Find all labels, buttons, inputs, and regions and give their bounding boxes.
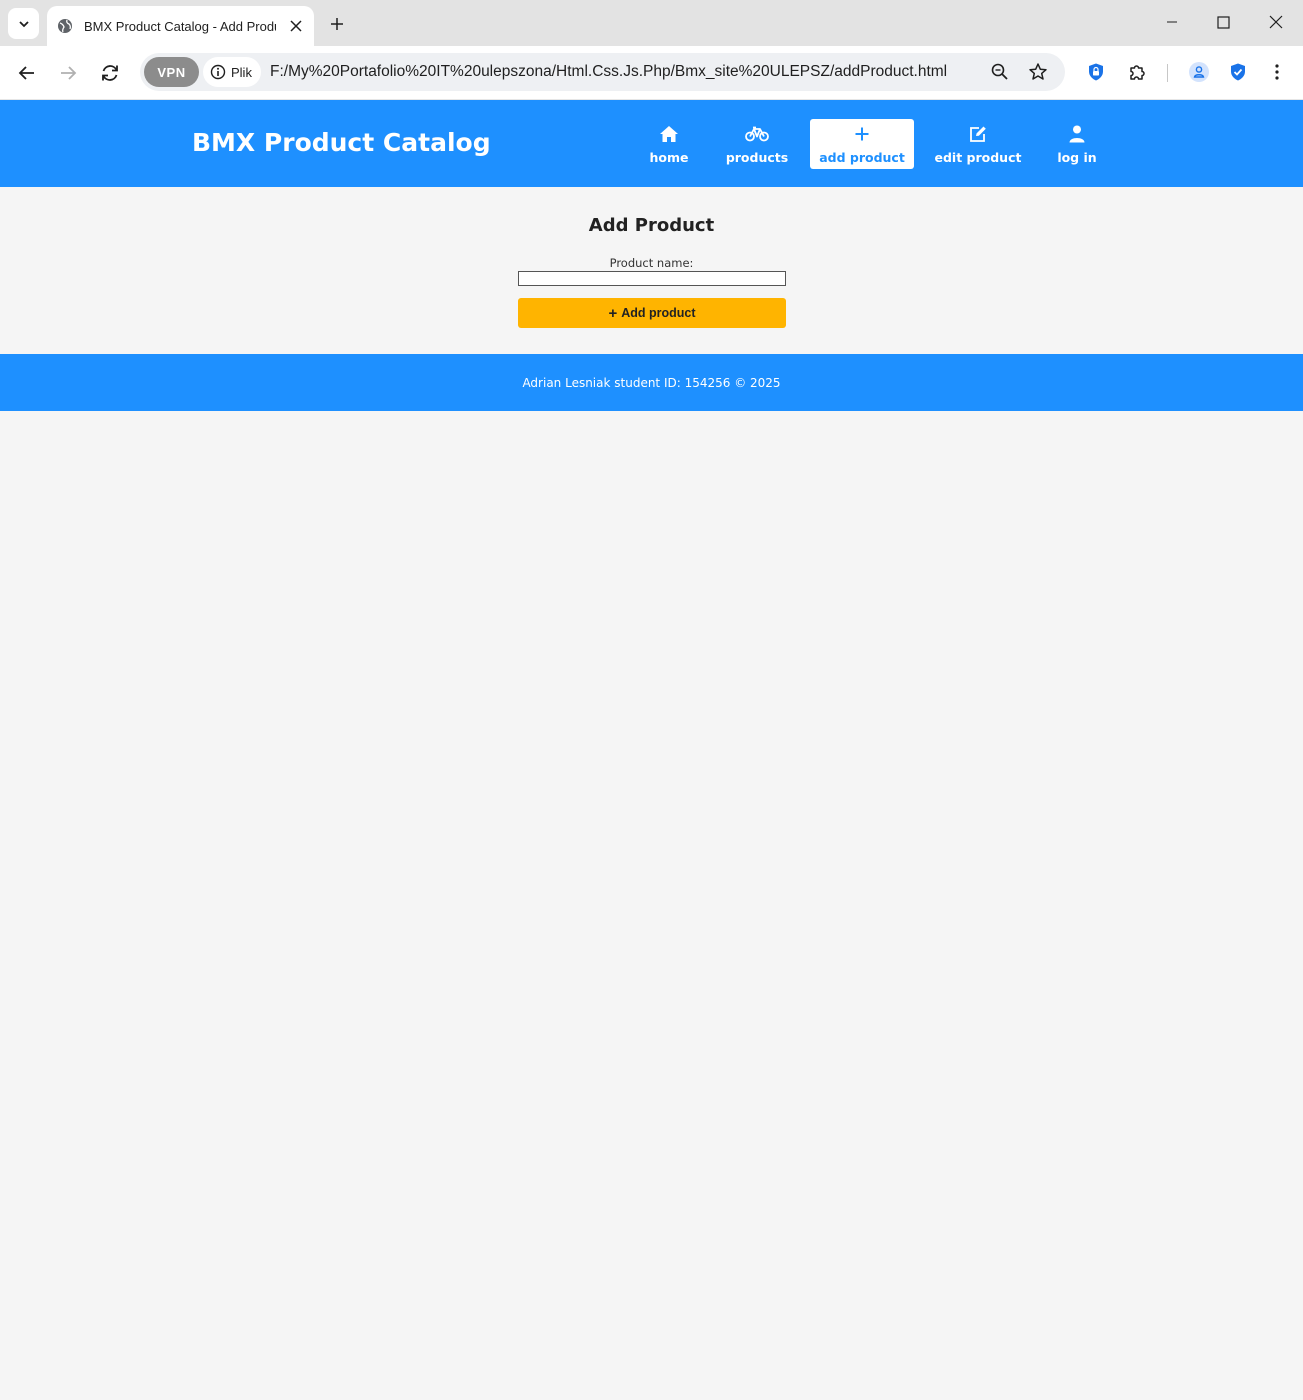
tab-search-button[interactable] — [8, 8, 39, 39]
nav-item-edit-product[interactable]: edit product — [934, 119, 1022, 169]
vpn-shield-extension-icon[interactable] — [1084, 60, 1108, 84]
arrow-left-icon — [18, 66, 34, 80]
extensions-puzzle-icon[interactable] — [1125, 60, 1149, 84]
zoom-icon[interactable] — [988, 60, 1012, 84]
plus-icon — [854, 124, 870, 144]
vpn-label: VPN — [157, 64, 186, 80]
add-product-button[interactable]: + Add product — [518, 298, 786, 328]
nav-label-add-product: add product — [819, 150, 905, 165]
maximize-button[interactable] — [1208, 7, 1238, 37]
site-chip-label: Plik — [231, 64, 252, 80]
url-text[interactable]: F:/My%20Portafolio%20IT%20ulepszona/Html… — [270, 63, 947, 81]
minimize-button[interactable] — [1157, 7, 1187, 37]
chevron-down-icon — [18, 20, 29, 27]
security-shield-check-icon[interactable] — [1226, 60, 1250, 84]
nav-item-log-in[interactable]: log in — [1054, 119, 1100, 169]
profile-avatar-icon[interactable] — [1187, 60, 1211, 84]
nav-label-products: products — [725, 150, 789, 165]
new-tab-button[interactable] — [325, 12, 349, 36]
nav-label-edit-product: edit product — [934, 150, 1022, 165]
nav-label-log-in: log in — [1057, 150, 1097, 165]
add-product-button-label: Add product — [621, 306, 696, 320]
info-icon — [210, 64, 226, 80]
site-header: BMX Product Catalog home products add pr… — [0, 100, 1303, 187]
site-footer: Adrian Lesniak student ID: 154256 © 2025 — [0, 354, 1303, 411]
tab-title: BMX Product Catalog - Add Produ — [84, 18, 276, 34]
home-icon — [659, 124, 679, 144]
user-icon — [1069, 124, 1085, 144]
product-name-input[interactable] — [518, 271, 786, 286]
product-name-label: Product name: — [609, 256, 694, 270]
back-button[interactable] — [12, 58, 42, 88]
page-title: Add Product — [588, 215, 715, 236]
site-info-button[interactable]: Plik — [203, 57, 261, 87]
reload-icon — [102, 65, 118, 81]
toolbar-divider — [1167, 64, 1168, 82]
plus-icon — [331, 18, 343, 30]
bookmark-star-icon[interactable] — [1026, 60, 1050, 84]
close-window-button[interactable] — [1261, 7, 1291, 37]
reload-button[interactable] — [95, 58, 125, 88]
bicycle-icon — [745, 124, 769, 144]
minimize-icon — [1167, 21, 1177, 23]
plus-icon: + — [608, 304, 618, 322]
site-brand[interactable]: BMX Product Catalog — [192, 128, 491, 157]
browser-tab-bar: BMX Product Catalog - Add Produ — [0, 0, 1303, 46]
edit-icon — [968, 124, 988, 144]
forward-button[interactable] — [53, 58, 83, 88]
footer-text: Adrian Lesniak student ID: 154256 © 2025 — [522, 375, 781, 390]
browser-toolbar: VPN Plik F:/My%20Portafolio%20IT%20uleps… — [0, 46, 1303, 100]
globe-icon — [57, 18, 73, 34]
nav-item-home[interactable]: home — [644, 119, 694, 169]
kebab-menu-icon[interactable] — [1265, 60, 1289, 84]
nav-label-home: home — [649, 150, 689, 165]
arrow-right-icon — [61, 66, 77, 80]
maximize-icon — [1216, 15, 1230, 29]
nav-item-add-product[interactable]: add product — [810, 119, 914, 169]
browser-tab-active[interactable]: BMX Product Catalog - Add Produ — [47, 6, 314, 46]
close-icon — [1269, 15, 1283, 29]
nav-item-products[interactable]: products — [724, 119, 790, 169]
close-tab-icon[interactable] — [286, 16, 306, 36]
vpn-button[interactable]: VPN — [144, 57, 199, 87]
address-bar[interactable]: VPN Plik F:/My%20Portafolio%20IT%20uleps… — [140, 53, 1065, 91]
